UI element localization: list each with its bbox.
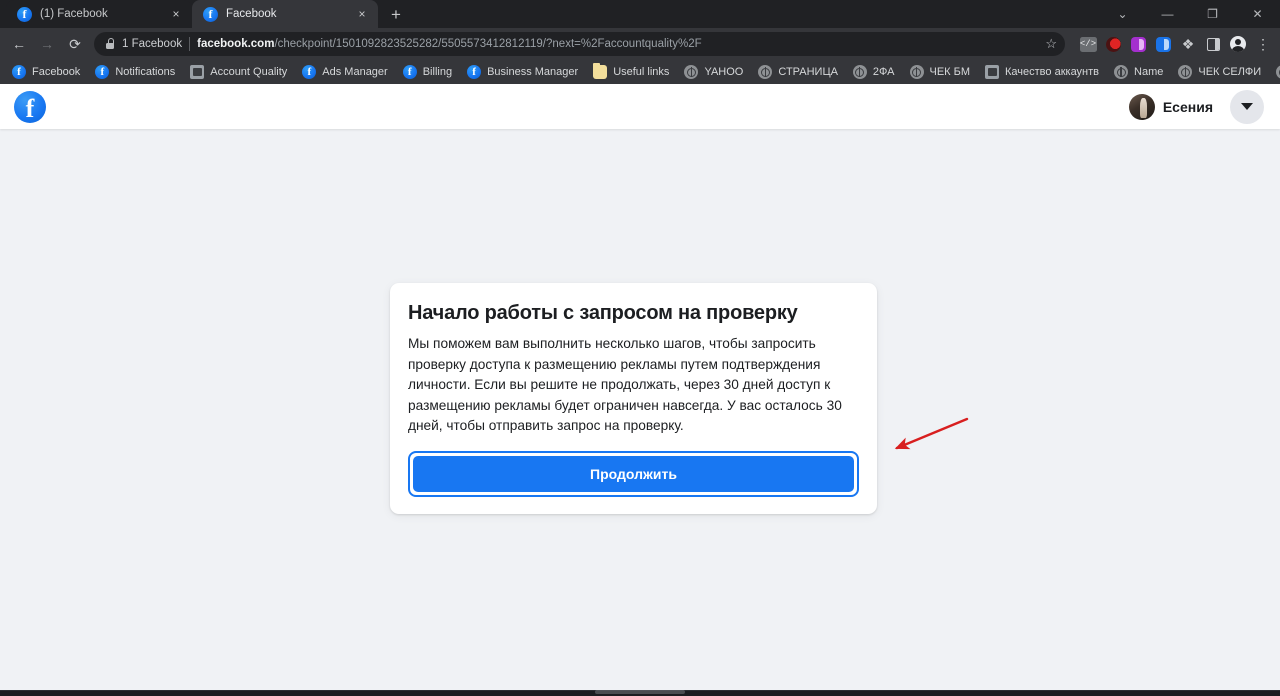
globe-bookmark-icon <box>758 65 773 79</box>
close-tab-icon[interactable]: × <box>168 6 184 22</box>
url-host: facebook.com <box>197 38 275 50</box>
bookmark-label: YAHOO <box>704 66 744 78</box>
lock-icon <box>105 38 115 49</box>
forward-icon[interactable]: → <box>34 31 60 57</box>
tab-title: Facebook <box>226 8 277 20</box>
bookmark-item[interactable]: 2ФА <box>846 62 902 82</box>
facebook-favicon <box>17 6 32 22</box>
user-name-label: Есения <box>1162 98 1213 115</box>
omnibox-divider <box>189 37 191 51</box>
browser-tab-2[interactable]: Facebook × <box>192 0 378 28</box>
bookmark-label: ЧЕК СЕЛФИ <box>1198 66 1262 78</box>
bookmark-item[interactable]: ЧЕК СЕЛФИ <box>1171 62 1268 82</box>
tab-search-icon[interactable]: ⌄ <box>1100 0 1145 28</box>
purple-extension-icon[interactable] <box>1127 33 1149 55</box>
close-window-button[interactable]: ✕ <box>1235 0 1280 28</box>
bookmark-item[interactable]: Facebook <box>5 62 87 82</box>
page-viewport: Есения Начало работы с запросом на прове… <box>0 84 1280 696</box>
bookmark-label: Facebook <box>32 66 81 78</box>
user-avatar <box>1128 93 1155 120</box>
bookmark-label: Useful links <box>613 66 670 78</box>
bookmark-item[interactable]: КОД 2ФА <box>1269 62 1280 82</box>
folder-bookmark-icon <box>593 63 608 79</box>
url-text: facebook.com/checkpoint/1501092823525282… <box>197 38 1032 50</box>
taskbar-handle <box>595 690 685 694</box>
site-identity-label: 1 Facebook <box>122 38 183 50</box>
bookmark-label: Качество аккаунтв <box>1005 66 1100 78</box>
bookmark-item[interactable]: Name <box>1107 62 1170 82</box>
window-controls: ⌄ — ❐ ✕ <box>1100 0 1280 28</box>
account-menu-button[interactable] <box>1230 89 1264 124</box>
bookmark-label: Notifications <box>115 66 176 78</box>
maximize-button[interactable]: ❐ <box>1190 0 1235 28</box>
chrome-menu-icon[interactable]: ⋮ <box>1252 33 1274 55</box>
back-icon[interactable]: ← <box>6 31 32 57</box>
fb-bookmark-icon <box>402 65 417 79</box>
browser-toolbar: ← → ⟳ 1 Facebook facebook.com/checkpoint… <box>0 28 1280 60</box>
bookmark-label: 2ФА <box>872 66 895 78</box>
code-extension-icon[interactable]: </> <box>1077 33 1099 55</box>
bookmark-label: ЧЕК БМ <box>929 66 971 78</box>
bookmark-star-icon[interactable]: ☆ <box>1045 36 1057 52</box>
bookmark-item[interactable]: СТРАНИЦА <box>751 62 845 82</box>
tab-strip: (1) Facebook × Facebook × + ⌄ — ❐ ✕ <box>0 0 1280 28</box>
facebook-favicon <box>203 6 218 22</box>
extensions-area: </> ❖ ⋮ <box>1073 33 1274 55</box>
bookmark-label: Ads Manager <box>322 66 388 78</box>
bookmark-item[interactable]: ЧЕК БМ <box>903 62 978 82</box>
bookmark-label: СТРАНИЦА <box>778 66 838 78</box>
fb-bookmark-icon <box>12 65 26 79</box>
address-bar[interactable]: 1 Facebook facebook.com/checkpoint/15010… <box>94 32 1065 56</box>
fb-bookmark-icon <box>467 65 482 79</box>
account-chip[interactable]: Есения <box>1123 91 1219 123</box>
continue-button[interactable]: Продолжить <box>413 455 854 492</box>
gray-bookmark-icon <box>985 65 1000 79</box>
url-path: /checkpoint/1501092823525282/55055734128… <box>274 38 702 50</box>
continue-button-focus-ring: Продолжить <box>408 450 859 497</box>
bookmark-item[interactable]: Качество аккаунтв <box>978 62 1106 82</box>
gray-bookmark-icon <box>190 65 205 79</box>
bookmark-item[interactable]: Billing <box>396 62 459 82</box>
globe-bookmark-icon <box>1276 65 1280 79</box>
globe-bookmark-icon <box>1114 65 1129 79</box>
globe-bookmark-icon <box>852 65 867 79</box>
card-title: Начало работы с запросом на проверку <box>408 302 798 324</box>
red-arrow-annotation <box>894 417 969 450</box>
blue-extension-icon[interactable] <box>1152 33 1174 55</box>
header-right-actions: Есения <box>1123 89 1264 124</box>
chevron-down-icon <box>1241 103 1253 110</box>
globe-bookmark-icon <box>1178 65 1193 79</box>
tab-title: (1) Facebook <box>40 8 108 20</box>
card-body-text: Мы поможем вам выполнить несколько шагов… <box>408 336 842 434</box>
browser-window: (1) Facebook × Facebook × + ⌄ — ❐ ✕ ← → … <box>0 0 1280 696</box>
fb-bookmark-icon <box>95 65 110 79</box>
bookmark-item[interactable]: Useful links <box>586 62 676 82</box>
facebook-header: Есения <box>0 84 1280 129</box>
verification-card: Начало работы с запросом на проверку Мы … <box>390 283 877 514</box>
bookmark-label: Billing <box>422 66 453 78</box>
red-extension-icon[interactable] <box>1102 33 1124 55</box>
profile-avatar-icon[interactable] <box>1227 33 1249 55</box>
reload-icon[interactable]: ⟳ <box>62 31 88 57</box>
bookmark-item[interactable]: Business Manager <box>460 62 585 82</box>
bookmark-item[interactable]: Account Quality <box>183 62 294 82</box>
puzzle-extensions-icon[interactable]: ❖ <box>1177 33 1199 55</box>
new-tab-button[interactable]: + <box>382 1 410 27</box>
fb-bookmark-icon <box>302 65 317 79</box>
globe-bookmark-icon <box>909 65 924 79</box>
side-panel-icon[interactable] <box>1202 33 1224 55</box>
bookmark-label: Business Manager <box>487 66 579 78</box>
bookmark-label: Account Quality <box>210 66 288 78</box>
content-area: Начало работы с запросом на проверку Мы … <box>0 129 1280 696</box>
globe-bookmark-icon <box>684 65 699 79</box>
browser-tab-1[interactable]: (1) Facebook × <box>6 0 192 28</box>
bookmark-item[interactable]: Ads Manager <box>295 62 394 82</box>
close-tab-icon[interactable]: × <box>354 6 370 22</box>
bookmark-item[interactable]: Notifications <box>88 62 182 82</box>
minimize-button[interactable]: — <box>1145 0 1190 28</box>
facebook-logo-icon[interactable] <box>14 90 46 123</box>
bookmark-label: Name <box>1134 66 1164 78</box>
bookmark-item[interactable]: YAHOO <box>677 62 750 82</box>
bookmarks-bar: Facebook Notifications Account Quality Ads … <box>0 60 1280 84</box>
